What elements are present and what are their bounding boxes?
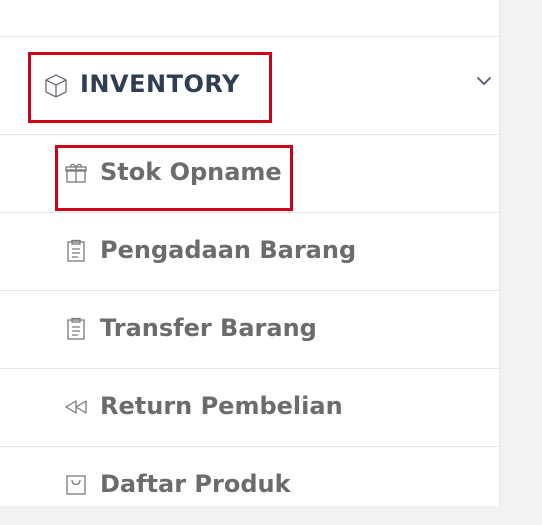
menu-item-daftar-produk[interactable]: Daftar Produk [0, 447, 500, 525]
menu-item-label: Stok Opname [100, 158, 282, 186]
content-area-edge [500, 0, 542, 506]
chevron-down-icon[interactable] [474, 73, 494, 87]
sidebar-panel: INVENTORY Stok Opname Pengadaan Barang T… [0, 0, 500, 506]
menu-item-transfer-barang[interactable]: Transfer Barang [0, 291, 500, 369]
inventory-group-header[interactable]: INVENTORY [0, 37, 500, 135]
inventory-group-title: INVENTORY [80, 70, 240, 98]
bag-icon [64, 473, 88, 497]
menu-item-return-pembelian[interactable]: Return Pembelian [0, 369, 500, 447]
gift-icon [64, 161, 88, 185]
menu-item-label: Daftar Produk [100, 470, 291, 498]
menu-item-label: Return Pembelian [100, 392, 343, 420]
clipboard-icon [64, 239, 88, 263]
menu-item-stok-opname[interactable]: Stok Opname [0, 135, 500, 213]
menu-item-pengadaan-barang[interactable]: Pengadaan Barang [0, 213, 500, 291]
rewind-icon [64, 395, 88, 419]
clipboard-icon [64, 317, 88, 341]
menu-item-label: Transfer Barang [100, 314, 317, 342]
previous-menu-item[interactable] [0, 0, 500, 37]
menu-item-label: Pengadaan Barang [100, 236, 357, 264]
box-icon [44, 73, 68, 99]
